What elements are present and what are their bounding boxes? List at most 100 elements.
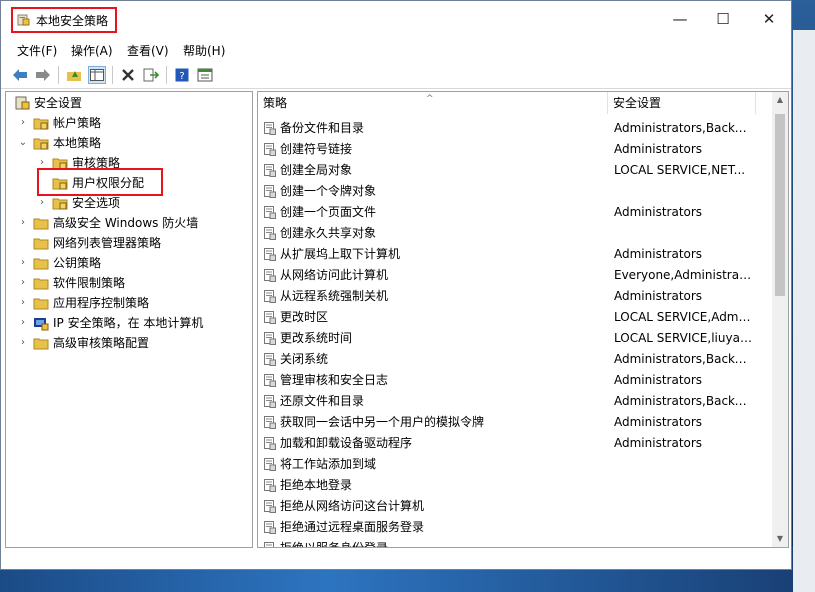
chevron-right-icon[interactable]: › [18, 333, 28, 353]
policy-icon [264, 311, 276, 324]
up-folder-icon[interactable] [65, 66, 83, 84]
policy-name: 创建永久共享对象 [280, 226, 377, 240]
policy-name: 创建符号链接 [280, 142, 353, 156]
policy-row[interactable]: 管理审核和安全日志 Administrators [258, 370, 773, 391]
scroll-up-icon[interactable]: ▲ [772, 92, 788, 108]
policy-name: 创建全局对象 [280, 163, 353, 177]
forward-icon[interactable] [34, 66, 52, 84]
policy-icon [264, 500, 276, 513]
chevron-right-icon[interactable]: › [18, 293, 28, 313]
toolbar-separator [166, 66, 167, 84]
policy-name: 创建一个令牌对象 [280, 184, 377, 198]
column-header-security-setting[interactable]: 安全设置 [608, 92, 756, 114]
policy-row[interactable]: 加载和卸载设备驱动程序 Administrators [258, 433, 773, 454]
policy-icon [264, 437, 276, 450]
policy-row[interactable]: 从扩展坞上取下计算机 Administrators [258, 244, 773, 265]
local-security-policy-window: 本地安全策略 — ☐ ✕ 文件(F) 操作(A) 查看(V) 帮助(H) ? 安… [0, 0, 792, 570]
tree-label: 公钥策略 [53, 256, 102, 270]
policy-row[interactable]: 备份文件和目录 Administrators,Backu... [258, 118, 773, 139]
policy-name: 获取同一会话中另一个用户的模拟令牌 [280, 415, 485, 429]
tree-label: IP 安全策略，在 本地计算机 [53, 316, 204, 330]
chevron-down-icon[interactable]: ⌄ [18, 133, 28, 153]
policy-name: 将工作站添加到域 [280, 457, 377, 471]
policy-row[interactable]: 创建永久共享对象 [258, 223, 773, 244]
policy-row[interactable]: 拒绝本地登录 [258, 475, 773, 496]
selected-item-highlight-box [37, 168, 163, 196]
tree-pane[interactable]: 安全设置 › 帐户策略 ⌄ 本地策略 › 审核策略 用户权限分配 › 安全选项 [5, 91, 253, 548]
help-icon[interactable]: ? [173, 66, 191, 84]
close-button[interactable]: ✕ [746, 5, 792, 33]
policy-row[interactable]: 还原文件和目录 Administrators,Backu... [258, 391, 773, 412]
chevron-right-icon[interactable]: › [18, 313, 28, 333]
back-icon[interactable] [11, 66, 29, 84]
menu-help[interactable]: 帮助(H) [183, 42, 225, 59]
policy-icon [264, 353, 276, 366]
policy-row[interactable]: 关闭系统 Administrators,Backu... [258, 349, 773, 370]
policy-name: 备份文件和目录 [280, 121, 365, 135]
chevron-right-icon[interactable]: › [18, 113, 28, 133]
column-label: 策略 [263, 96, 288, 110]
export-icon[interactable] [142, 66, 160, 84]
policy-setting: Administrators [614, 289, 703, 303]
policy-row[interactable]: 拒绝通过远程桌面服务登录 [258, 517, 773, 538]
chevron-right-icon[interactable]: › [18, 253, 28, 273]
policy-icon [264, 521, 276, 534]
policy-icon [264, 416, 276, 429]
sort-ascending-icon: ^ [426, 94, 434, 104]
tree-label: 网络列表管理器策略 [53, 236, 162, 250]
policy-name: 加载和卸载设备驱动程序 [280, 436, 413, 450]
menu-file[interactable]: 文件(F) [17, 42, 57, 59]
column-header-policy[interactable]: 策略 ^ [258, 92, 608, 114]
minimize-button[interactable]: — [657, 5, 703, 33]
policy-row[interactable]: 将工作站添加到域 [258, 454, 773, 475]
policy-setting: Administrators,Backu... [614, 394, 752, 408]
policy-setting: Administrators [614, 415, 703, 429]
policy-setting: Everyone,Administrat... [614, 268, 752, 282]
policy-setting: Administrators [614, 373, 703, 387]
policy-row[interactable]: 从远程系统强制关机 Administrators [258, 286, 773, 307]
policy-icon [264, 542, 274, 547]
policy-icon [264, 290, 276, 303]
policy-row[interactable]: 从网络访问此计算机 Everyone,Administrat... [258, 265, 773, 286]
menu-action[interactable]: 操作(A) [71, 42, 113, 59]
policy-row[interactable]: 创建一个令牌对象 [258, 181, 773, 202]
properties-icon[interactable] [196, 66, 214, 84]
vertical-scrollbar[interactable]: ▲ ▼ [772, 92, 788, 547]
policy-icon [264, 185, 276, 198]
tree-label: 安全选项 [72, 196, 121, 210]
column-label: 安全设置 [613, 96, 662, 110]
policy-name: 管理审核和安全日志 [280, 373, 389, 387]
folder-lock-icon [52, 198, 68, 210]
policy-name: 拒绝本地登录 [280, 478, 353, 492]
policy-list-pane[interactable]: 策略 ^ 安全设置 备份文件和目录 Administrators,Backu...… [257, 91, 789, 548]
delete-icon[interactable] [119, 66, 137, 84]
policy-name: 更改系统时间 [280, 331, 353, 345]
policy-setting: Administrators [614, 247, 703, 261]
policy-icon [264, 332, 276, 345]
menu-view[interactable]: 查看(V) [127, 42, 169, 59]
tree-label: 安全设置 [34, 96, 83, 110]
policy-row[interactable]: 获取同一会话中另一个用户的模拟令牌 Administrators [258, 412, 773, 433]
toolbar: ? [1, 62, 791, 89]
folder-icon [33, 278, 49, 290]
policy-name: 从远程系统强制关机 [280, 289, 389, 303]
folder-icon [33, 298, 49, 310]
tree-label: 软件限制策略 [53, 276, 126, 290]
policy-row[interactable]: 创建符号链接 Administrators [258, 139, 773, 160]
maximize-button[interactable]: ☐ [700, 5, 746, 33]
title-bar[interactable]: 本地安全策略 — ☐ ✕ [1, 1, 791, 37]
policy-row[interactable]: 拒绝从网络访问这台计算机 [258, 496, 773, 517]
policy-row[interactable]: 更改系统时间 LOCAL SERVICE,liuyan... [258, 328, 773, 349]
folder-icon [33, 218, 49, 230]
policy-row[interactable]: 更改时区 LOCAL SERVICE,Admi... [258, 307, 773, 328]
policy-row[interactable]: 拒绝以服务身份登录 [258, 538, 773, 547]
chevron-right-icon[interactable]: › [37, 193, 47, 213]
show-tree-icon[interactable] [88, 66, 106, 84]
policy-icon [264, 374, 276, 387]
scroll-thumb[interactable] [775, 114, 785, 296]
policy-row[interactable]: 创建一个页面文件 Administrators [258, 202, 773, 223]
policy-row[interactable]: 创建全局对象 LOCAL SERVICE,NET... [258, 160, 773, 181]
chevron-right-icon[interactable]: › [18, 273, 28, 293]
chevron-right-icon[interactable]: › [18, 213, 28, 233]
scroll-down-icon[interactable]: ▼ [772, 531, 788, 547]
